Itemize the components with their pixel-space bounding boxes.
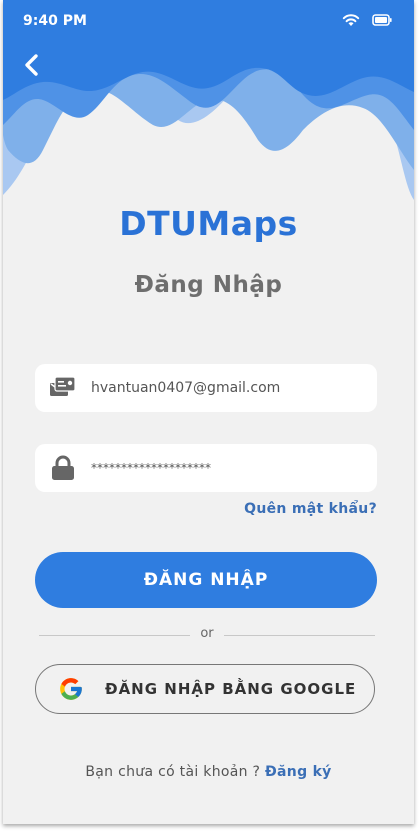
- google-login-label: ĐĂNG NHẬP BẰNG GOOGLE: [105, 680, 357, 698]
- wifi-icon: [342, 14, 360, 26]
- chevron-left-icon: [25, 54, 38, 76]
- email-input[interactable]: [91, 380, 361, 396]
- forgot-password-link[interactable]: Quên mật khẩu?: [244, 501, 377, 517]
- login-button[interactable]: ĐĂNG NHẬP: [35, 552, 377, 608]
- google-login-button[interactable]: ĐĂNG NHẬP BẰNG GOOGLE: [35, 664, 375, 714]
- status-icons: [342, 13, 392, 27]
- status-time: 9:40 PM: [23, 13, 87, 29]
- page-title: Đăng Nhập: [134, 272, 283, 298]
- signup-text: Bạn chưa có tài khoản ?: [85, 764, 266, 780]
- header-wave-decoration: [3, 0, 414, 200]
- password-input[interactable]: [91, 461, 361, 475]
- signup-link[interactable]: Đăng ký: [265, 764, 332, 780]
- google-icon: [60, 678, 82, 700]
- back-button[interactable]: [17, 50, 47, 80]
- app-logo: DTUMaps: [119, 204, 298, 243]
- login-screen: 9:40 PM DTUMaps Đăng Nhập hvantuan0407@g…: [3, 0, 414, 824]
- password-field[interactable]: [35, 444, 377, 492]
- email-field[interactable]: [35, 364, 377, 412]
- or-divider: or: [39, 625, 375, 645]
- lock-icon: [52, 455, 74, 480]
- divider-line-right: [224, 635, 375, 636]
- battery-icon: [372, 14, 392, 26]
- divider-label: or: [200, 626, 214, 641]
- signup-prompt: Bạn chưa có tài khoản ? Đăng ký: [3, 764, 414, 780]
- email-card-icon: [50, 376, 76, 396]
